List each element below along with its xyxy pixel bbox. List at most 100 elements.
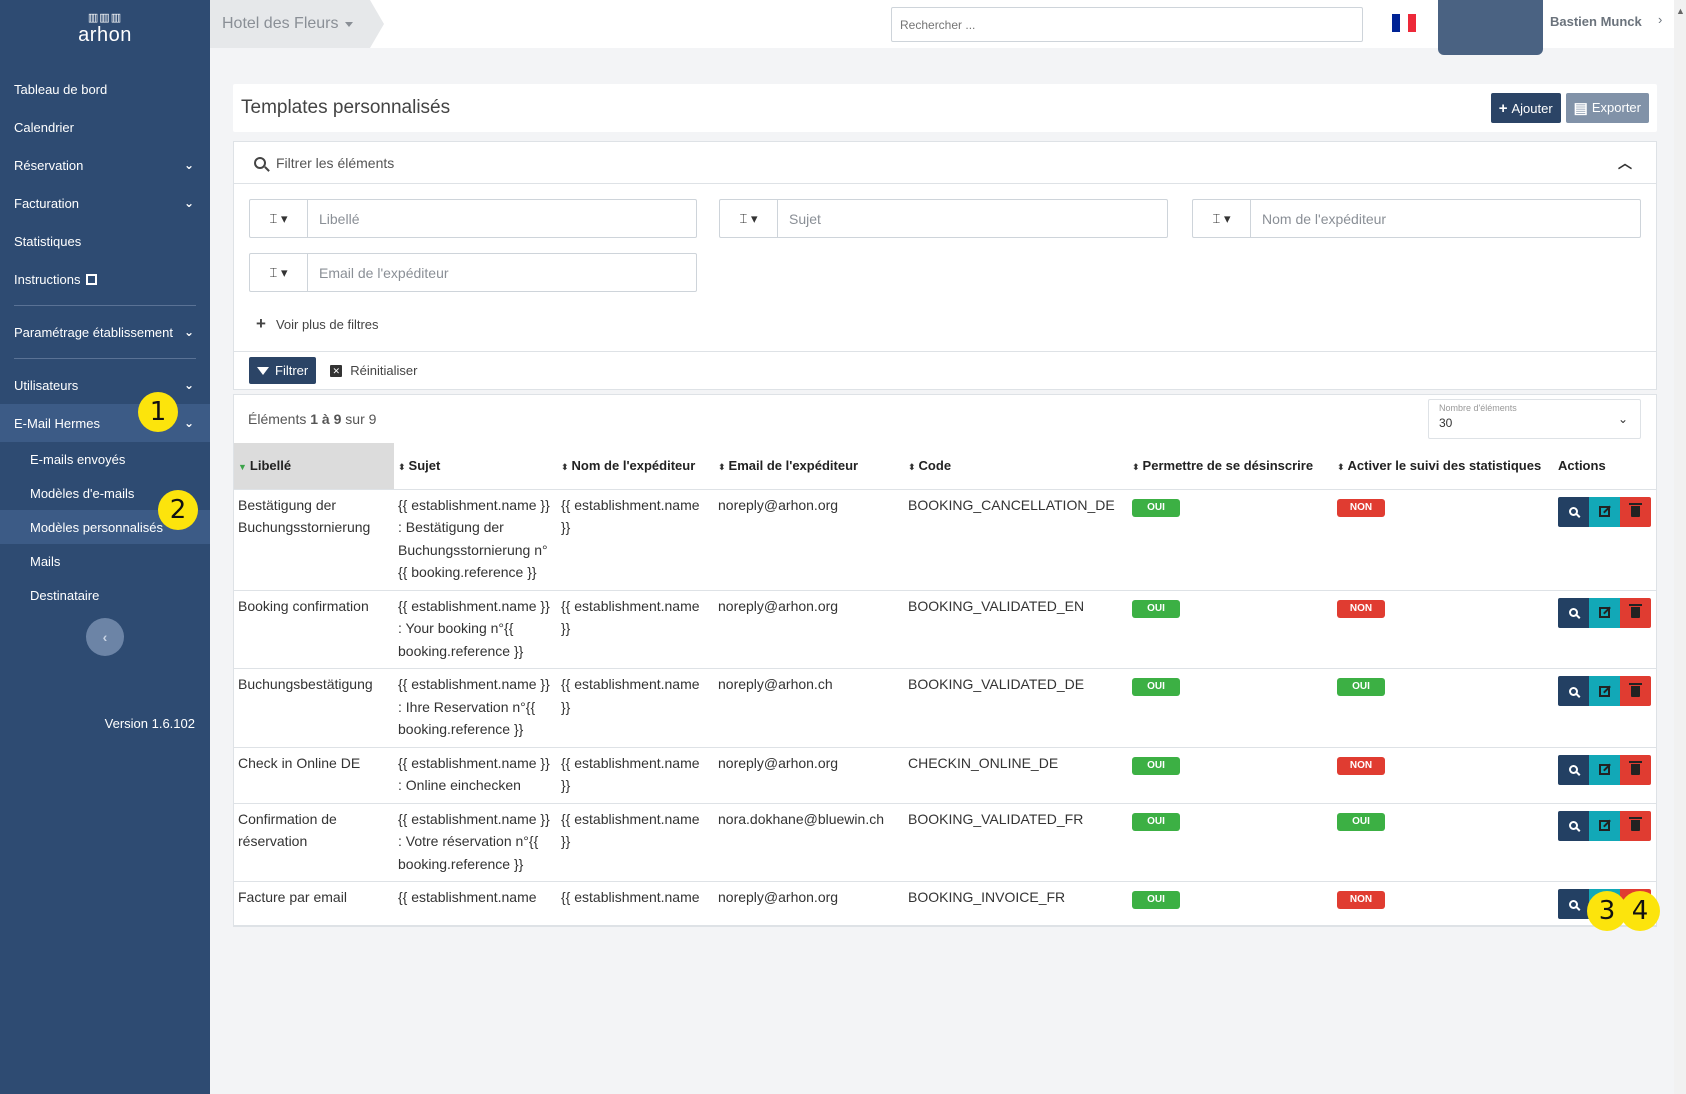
edit-button[interactable]	[1589, 754, 1620, 785]
filter-sender-name-input[interactable]	[1251, 200, 1640, 237]
search-icon	[1569, 608, 1578, 617]
view-button[interactable]	[1558, 676, 1589, 706]
delete-button[interactable]	[1620, 676, 1651, 706]
edit-button[interactable]	[1589, 597, 1620, 628]
view-button[interactable]	[1558, 754, 1589, 785]
column-header-unsubscribe[interactable]: ⬍ Permettre de se désinscrire	[1128, 443, 1333, 490]
filter-fields: ⌶ ▾ ⌶ ▾ ⌶ ▾ ⌶ ▾ + Voir plus de filtres	[234, 184, 1656, 351]
user-name[interactable]: Bastien Munck	[1550, 14, 1642, 29]
column-header-code[interactable]: ⬍ Code	[904, 443, 1128, 490]
sidebar-item-billing[interactable]: Facturation ⌄	[0, 184, 210, 222]
filter-sender-email-input[interactable]	[308, 254, 696, 291]
delete-button[interactable]	[1620, 754, 1651, 785]
export-file-icon: ▤	[1573, 99, 1588, 117]
french-flag-icon[interactable]	[1392, 14, 1416, 32]
filter-sender-email: ⌶ ▾	[249, 253, 697, 292]
cell-code: BOOKING_VALIDATED_FR	[904, 803, 1128, 882]
scrollbar[interactable]	[1674, 0, 1686, 1094]
export-button[interactable]: ▤ Exporter	[1565, 92, 1649, 123]
delete-button[interactable]	[1620, 496, 1651, 527]
reset-button[interactable]: ✕ Réinitialiser	[330, 363, 417, 378]
search-icon	[1569, 507, 1578, 516]
hotel-selector[interactable]: Hotel des Fleurs	[210, 0, 384, 48]
sidebar-subitem-recipient[interactable]: Destinataire	[0, 578, 210, 612]
cell-sender-name: {{ establishment.name }}	[557, 668, 714, 748]
flag-stripe-white	[1400, 14, 1408, 32]
search-icon	[1569, 899, 1578, 909]
page-size-select[interactable]: Nombre d'éléments 30 ⌄	[1428, 399, 1641, 439]
filter-button[interactable]: Filtrer	[249, 357, 317, 384]
cell-sender-name: {{ establishment.name }}	[557, 803, 714, 882]
filter-libelle-input[interactable]	[308, 200, 696, 237]
filter-operator-dropdown[interactable]: ⌶ ▾	[720, 200, 778, 237]
column-header-sender-name[interactable]: ⬍ Nom de l'expéditeur	[557, 443, 714, 490]
filter-operator-dropdown[interactable]: ⌶ ▾	[1193, 200, 1251, 237]
cell-sender-email: noreply@arhon.org	[714, 489, 904, 591]
column-header-actions: Actions	[1554, 443, 1656, 490]
column-label: Code	[918, 458, 952, 474]
page-size-value: 30	[1439, 416, 1453, 430]
chevron-right-icon[interactable]: ›	[1658, 12, 1662, 27]
edit-button[interactable]	[1589, 496, 1620, 527]
view-button[interactable]	[1558, 597, 1589, 628]
filter-operator-dropdown[interactable]: ⌶ ▾	[250, 200, 308, 237]
page-header: Templates personnalisés + Ajouter ▤ Exporte…	[233, 84, 1657, 132]
scroll-up-icon[interactable]: ▲	[1676, 6, 1685, 16]
logo[interactable]: ▥▥▥ arhon	[0, 0, 210, 50]
filter-actions: Filtrer ✕ Réinitialiser	[234, 351, 1656, 389]
hotel-name: Hotel des Fleurs	[222, 15, 339, 32]
main-content: Templates personnalisés + Ajouter ▤ Exporte…	[233, 84, 1657, 927]
column-header-libelle[interactable]: ▼ Libellé	[234, 443, 394, 490]
status-badge: OUI	[1132, 599, 1180, 618]
collapse-sidebar-button[interactable]: ‹	[86, 618, 124, 656]
column-header-sujet[interactable]: ⬍ Sujet	[394, 443, 557, 490]
cell-stats: NON	[1333, 747, 1554, 804]
sidebar-item-instructions[interactable]: Instructions	[0, 260, 210, 298]
column-header-stats[interactable]: ⬍ Activer le suivi des statistiques	[1333, 443, 1554, 490]
delete-button[interactable]	[1620, 810, 1651, 841]
filter-button-label: Filtrer	[275, 363, 309, 378]
sidebar-subitem-mails[interactable]: Mails	[0, 544, 210, 578]
delete-button[interactable]	[1620, 597, 1651, 628]
sidebar-item-reservation[interactable]: Réservation ⌄	[0, 146, 210, 184]
sidebar-item-calendar[interactable]: Calendrier	[0, 108, 210, 146]
chevron-up-icon[interactable]: ︿	[1618, 153, 1632, 173]
reset-button-label: Réinitialiser	[350, 363, 418, 378]
more-filters-link[interactable]: + Voir plus de filtres	[256, 314, 379, 334]
add-button[interactable]: + Ajouter	[1490, 93, 1561, 124]
app-version: Version 1.6.102	[104, 716, 195, 731]
sidebar-item-establishment-settings[interactable]: Paramétrage établissement ⌄	[0, 313, 210, 351]
sidebar-item-email-hermes[interactable]: E-Mail Hermes ⌄	[0, 404, 210, 442]
view-button[interactable]	[1558, 889, 1589, 919]
sidebar-item-dashboard[interactable]: Tableau de bord	[0, 70, 210, 108]
table-header-row: ▼ Libellé ⬍ Sujet ⬍ Nom de l'expéditeur ⬍ Em…	[234, 443, 1656, 490]
view-button[interactable]	[1558, 496, 1589, 527]
sidebar-item-statistics[interactable]: Statistiques	[0, 222, 210, 260]
global-search-input[interactable]	[891, 7, 1363, 42]
flag-stripe-blue	[1392, 14, 1400, 32]
column-label: Libellé	[249, 458, 292, 474]
cell-code: BOOKING_VALIDATED_DE	[904, 668, 1128, 748]
filter-operator-dropdown[interactable]: ⌶ ▾	[250, 254, 308, 291]
chevron-down-icon: ⌄	[183, 416, 194, 430]
filter-sujet-input[interactable]	[778, 200, 1167, 237]
edit-button[interactable]	[1589, 676, 1620, 706]
filter-panel-header[interactable]: Filtrer les éléments ︿	[234, 142, 1656, 184]
count-prefix: Éléments	[248, 411, 311, 427]
edit-button[interactable]	[1589, 810, 1620, 841]
sidebar: ▥▥▥ arhon Tableau de bord Calendrier Rés…	[0, 0, 210, 1094]
column-header-sender-email[interactable]: ⬍ Email de l'expéditeur	[714, 443, 904, 490]
sidebar-subitem-sent-emails[interactable]: E-mails envoyés	[0, 442, 210, 476]
avatar[interactable]	[1438, 0, 1543, 55]
chevron-down-icon: ⌄	[183, 325, 194, 339]
sidebar-item-label: Facturation	[14, 195, 80, 211]
flag-stripe-red	[1408, 14, 1416, 32]
sidebar-item-users[interactable]: Utilisateurs ⌄	[0, 366, 210, 404]
status-badge: NON	[1337, 599, 1385, 618]
status-badge: OUI	[1132, 756, 1180, 775]
row-actions	[1558, 496, 1652, 527]
cell-stats: OUI	[1333, 668, 1554, 748]
view-button[interactable]	[1558, 810, 1589, 841]
plus-icon: +	[256, 314, 266, 333]
row-actions	[1558, 754, 1652, 785]
